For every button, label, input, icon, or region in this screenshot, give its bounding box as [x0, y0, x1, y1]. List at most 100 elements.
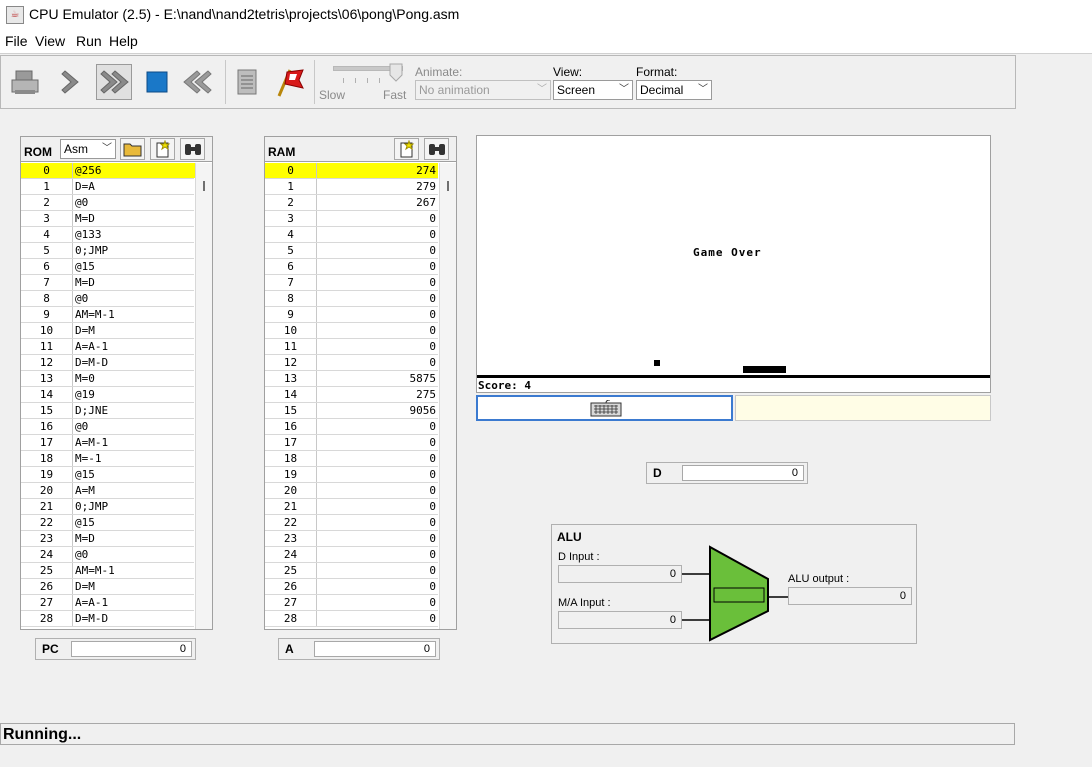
rom-instruction[interactable]: M=D — [73, 275, 196, 290]
rom-row[interactable]: 15 D;JNE — [21, 403, 194, 419]
ram-value[interactable]: 0 — [317, 451, 438, 466]
rom-row[interactable]: 27 A=A-1 — [21, 595, 194, 611]
ram-row[interactable]: 1 279 — [265, 179, 438, 195]
ram-row[interactable]: 16 0 — [265, 419, 438, 435]
ram-row[interactable]: 30 — [265, 211, 438, 227]
keyboard-focus-button[interactable] — [476, 395, 733, 421]
rom-row[interactable]: 20 A=M — [21, 483, 194, 499]
rom-instruction[interactable]: AM=M-1 — [73, 307, 196, 322]
single-step-button[interactable] — [54, 64, 90, 100]
ram-value[interactable]: 267 — [317, 195, 438, 210]
rom-row[interactable]: 23 M=D — [21, 531, 194, 547]
rom-row[interactable]: 0 @256 — [21, 163, 196, 179]
ram-row[interactable]: 23 0 — [265, 531, 438, 547]
ram-value[interactable]: 0 — [317, 339, 438, 354]
run-button[interactable] — [96, 64, 132, 100]
ram-row[interactable]: 17 0 — [265, 435, 438, 451]
ram-row[interactable]: 0 274 — [265, 163, 438, 179]
ram-value[interactable]: 9056 — [317, 403, 438, 418]
d-value[interactable]: 0 — [682, 465, 804, 481]
ram-row[interactable]: 21 0 — [265, 499, 438, 515]
ram-row[interactable]: 10 0 — [265, 323, 438, 339]
ram-row[interactable]: 28 0 — [265, 611, 438, 627]
ram-row[interactable]: 80 — [265, 291, 438, 307]
rom-row[interactable]: 16 @0 — [21, 419, 194, 435]
view-select[interactable]: Screen ﹀ — [553, 80, 633, 100]
ram-value[interactable]: 274 — [317, 163, 438, 178]
rom-instruction[interactable]: @0 — [73, 195, 196, 210]
rom-instruction[interactable]: D=A — [73, 179, 196, 194]
rom-instruction[interactable]: M=D — [73, 211, 196, 226]
ram-value[interactable]: 0 — [317, 595, 438, 610]
rom-row[interactable]: 18 M=-1 — [21, 451, 194, 467]
rom-instruction[interactable]: @0 — [73, 291, 196, 306]
load-file-button[interactable] — [120, 138, 145, 160]
rom-instruction[interactable]: @15 — [73, 467, 196, 482]
animate-select[interactable]: No animation ﹀ — [415, 80, 551, 100]
rom-row[interactable]: 21 0;JMP — [21, 499, 194, 515]
rom-row[interactable]: 6 @15 — [21, 259, 194, 275]
ram-row[interactable]: 22 0 — [265, 515, 438, 531]
rom-instruction[interactable]: 0;JMP — [73, 243, 196, 258]
rom-row[interactable]: 24 @0 — [21, 547, 194, 563]
rom-instruction[interactable]: @256 — [73, 163, 196, 178]
ram-row[interactable]: 20 0 — [265, 483, 438, 499]
ram-row[interactable]: 19 0 — [265, 467, 438, 483]
rom-instruction[interactable]: A=A-1 — [73, 595, 196, 610]
rom-row[interactable]: 5 0;JMP — [21, 243, 194, 259]
rom-instruction[interactable]: @0 — [73, 547, 196, 562]
rom-row[interactable]: 22 @15 — [21, 515, 194, 531]
ram-value[interactable]: 0 — [317, 307, 438, 322]
ram-new-button[interactable] — [394, 138, 419, 160]
rom-row[interactable]: 10 D=M — [21, 323, 194, 339]
rom-instruction[interactable]: M=D — [73, 531, 196, 546]
ram-value[interactable]: 0 — [317, 483, 438, 498]
rom-search-button[interactable] — [180, 138, 205, 160]
rom-row[interactable]: 13 M=0 — [21, 371, 194, 387]
rom-row[interactable]: 14 @19 — [21, 387, 194, 403]
ram-value[interactable]: 0 — [317, 563, 438, 578]
ram-value[interactable]: 0 — [317, 435, 438, 450]
rom-row[interactable]: 8 @0 — [21, 291, 194, 307]
ram-row[interactable]: 27 0 — [265, 595, 438, 611]
breakpoints-button[interactable] — [271, 64, 307, 100]
ram-row[interactable]: 14 275 — [265, 387, 438, 403]
ram-row[interactable]: 15 9056 — [265, 403, 438, 419]
ram-row[interactable]: 25 0 — [265, 563, 438, 579]
rom-row[interactable]: 19 @15 — [21, 467, 194, 483]
ram-value[interactable]: 5875 — [317, 371, 438, 386]
rom-row[interactable]: 1 D=A — [21, 179, 194, 195]
ram-value[interactable]: 0 — [317, 531, 438, 546]
ram-search-button[interactable] — [424, 138, 449, 160]
rom-new-button[interactable] — [150, 138, 175, 160]
load-program-button[interactable] — [7, 64, 43, 100]
rom-instruction[interactable]: @15 — [73, 259, 196, 274]
ram-row[interactable]: 18 0 — [265, 451, 438, 467]
pc-value[interactable]: 0 — [71, 641, 192, 657]
rom-row[interactable]: 28 D=M-D — [21, 611, 194, 627]
rom-instruction[interactable]: M=0 — [73, 371, 196, 386]
menu-run[interactable]: Run — [76, 33, 102, 49]
rom-instruction[interactable]: AM=M-1 — [73, 563, 196, 578]
ram-value[interactable]: 0 — [317, 275, 438, 290]
rom-row[interactable]: 7 M=D — [21, 275, 194, 291]
ram-value[interactable]: 0 — [317, 467, 438, 482]
rom-row[interactable]: 25 AM=M-1 — [21, 563, 194, 579]
ram-row[interactable]: 24 0 — [265, 547, 438, 563]
ram-row[interactable]: 2 267 — [265, 195, 438, 211]
rom-instruction[interactable]: @0 — [73, 419, 196, 434]
slider-knob[interactable] — [389, 63, 403, 83]
format-select[interactable]: Decimal ﹀ — [636, 80, 712, 100]
rom-instruction[interactable]: M=-1 — [73, 451, 196, 466]
ram-row[interactable]: 60 — [265, 259, 438, 275]
ram-row[interactable]: 12 0 — [265, 355, 438, 371]
ram-value[interactable]: 275 — [317, 387, 438, 402]
menu-help[interactable]: Help — [109, 33, 138, 49]
rom-instruction[interactable]: 0;JMP — [73, 499, 196, 514]
ram-value[interactable]: 0 — [317, 243, 438, 258]
ram-value[interactable]: 0 — [317, 515, 438, 530]
rom-instruction[interactable]: A=M — [73, 483, 196, 498]
menu-view[interactable]: View — [35, 33, 65, 49]
rom-instruction[interactable]: D=M — [73, 323, 196, 338]
ram-row[interactable]: 50 — [265, 243, 438, 259]
